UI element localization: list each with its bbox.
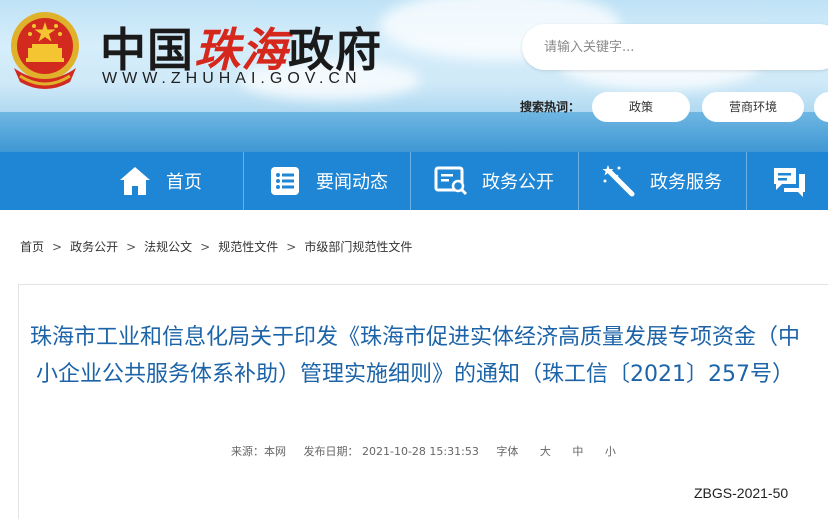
search-input[interactable] [544, 24, 804, 70]
site-domain: WWW.ZHUHAI.GOV.CN [102, 70, 362, 87]
site-title-part: 政府 [288, 23, 382, 77]
nav-divider [243, 152, 244, 210]
nav-item-gov-affairs-open[interactable]: 政务公开 [412, 152, 576, 210]
article-panel: 珠海市工业和信息化局关于印发《珠海市促进实体经济高质量发展专项资金（中小企业公共… [18, 284, 828, 519]
breadcrumb-item-city-dept-docs[interactable]: 市级部门规范性文件 [304, 238, 412, 255]
nav-item-gov-services[interactable]: 政务服务 [580, 152, 744, 210]
news-list-icon [271, 167, 299, 195]
home-icon [120, 167, 150, 195]
nav-item-label: 政务服务 [650, 172, 722, 193]
breadcrumb-item-home[interactable]: 首页 [20, 238, 44, 255]
hot-search-label: 搜索热词： [520, 100, 581, 114]
nav-item-news[interactable]: 要闻动态 [246, 152, 410, 210]
main-nav: 首页 要闻动态 政务公开 政务服务 [0, 152, 828, 210]
magic-wand-icon [602, 165, 635, 197]
nav-item-label: 首页 [166, 172, 202, 193]
national-emblem-icon [11, 12, 79, 89]
font-size-label: 字体 [496, 445, 519, 458]
nav-item-interaction[interactable] [748, 152, 828, 210]
breadcrumb-separator: > [126, 239, 137, 254]
breadcrumb-item-gov-affairs-open[interactable]: 政务公开 [70, 238, 118, 255]
breadcrumb-separator: > [200, 239, 211, 254]
site-header: 中国珠海政府 WWW.ZHUHAI.GOV.CN 搜索热词： 政策 营商环境 [0, 0, 828, 152]
breadcrumb: 首页 > 政务公开 > 法规公文 > 规范性文件 > 市级部门规范性文件 [20, 238, 412, 255]
breadcrumb-separator: > [286, 239, 297, 254]
font-size-large-button[interactable]: 大 [540, 445, 551, 458]
article-meta: 来源：本网 发布日期： 2021-10-28 15:31:53 字体 大 中 小 [231, 443, 634, 459]
search-box[interactable] [522, 24, 828, 70]
hot-tag-business-environment[interactable]: 营商环境 [702, 92, 804, 122]
font-size-small-button[interactable]: 小 [605, 445, 616, 458]
document-search-icon [434, 166, 468, 196]
article-title: 珠海市工业和信息化局关于印发《珠海市促进实体经济高质量发展专项资金（中小企业公共… [29, 325, 800, 387]
nav-item-label: 政务公开 [482, 172, 554, 193]
nav-item-label: 要闻动态 [316, 172, 388, 193]
breadcrumb-item-normative-docs[interactable]: 规范性文件 [218, 238, 278, 255]
nav-divider [410, 152, 411, 210]
article-publish-date: 发布日期： 2021-10-28 15:31:53 [303, 445, 479, 458]
document-code: ZBGS-2021-50 [694, 485, 789, 501]
article-source: 来源：本网 [231, 445, 286, 458]
nav-item-home[interactable]: 首页 [80, 152, 240, 210]
site-title-city: 珠海 [194, 23, 288, 77]
site-title-part: 中国 [100, 23, 194, 77]
font-size-medium-button[interactable]: 中 [572, 445, 583, 458]
hot-tag-policy[interactable]: 政策 [592, 92, 690, 122]
nav-divider [578, 152, 579, 210]
breadcrumb-separator: > [52, 239, 63, 254]
sea-decoration [0, 112, 828, 152]
chat-bubbles-icon [774, 168, 805, 197]
breadcrumb-item-regulations[interactable]: 法规公文 [144, 238, 192, 255]
nav-divider [746, 152, 747, 210]
